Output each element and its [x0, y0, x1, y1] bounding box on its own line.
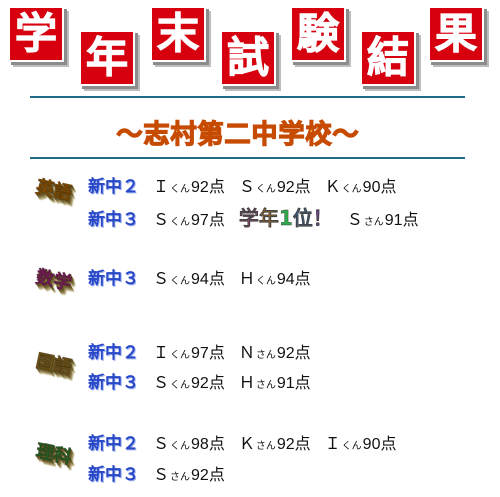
- title-char: 果: [434, 9, 477, 58]
- title-char: 試: [226, 33, 269, 82]
- result-line: 新中２ Ｉくん92点 Ｓくん92点 Ｋくん90点: [88, 172, 410, 197]
- score-entry: Ｉくん90点: [324, 436, 397, 453]
- result-line: 新中３ Ｓくん97点 学年1位！ Ｓさん91点: [88, 202, 433, 230]
- first-place-highlight: 学年1位！: [238, 206, 333, 230]
- title-tile: 学: [8, 6, 64, 62]
- score-entry: Ｎさん92点: [238, 345, 311, 362]
- score-entry: Ｓくん98点: [153, 436, 225, 453]
- top-rule: [30, 96, 465, 98]
- grade-label: 新中３: [88, 465, 139, 485]
- result-line: 新中２ Ｓくん98点 Ｋさん92点 Ｉくん90点: [88, 429, 410, 454]
- title-tile: 末: [150, 6, 206, 62]
- title-char: 験: [296, 9, 339, 58]
- result-line: 新中２ Ｉくん97点 Ｎさん92点: [88, 338, 325, 363]
- score-entry: Ｓくん97点: [153, 212, 225, 229]
- grade-label: 新中２: [88, 434, 139, 454]
- title-tile: 年: [79, 30, 135, 86]
- bottom-rule: [30, 157, 465, 159]
- score-entry: Ｈくん94点: [238, 271, 311, 288]
- result-line: 新中３ Ｓくん92点 Ｈさん91点: [88, 368, 325, 393]
- title-char: 末: [156, 9, 199, 58]
- title-char: 結: [366, 33, 409, 82]
- score-entry: Ｈさん91点: [238, 375, 311, 392]
- grade-label: 新中３: [88, 210, 139, 230]
- score-entry: Ｋさん92点: [238, 436, 311, 453]
- title-tile: 結: [360, 30, 416, 86]
- result-line: 新中３ Ｓさん92点: [88, 460, 239, 485]
- title-char: 学: [14, 9, 57, 58]
- title-tile: 果: [428, 6, 484, 62]
- title-char: 年: [85, 33, 128, 82]
- grade-label: 新中２: [88, 177, 139, 197]
- score-entry: Ｓさん91点: [346, 212, 419, 229]
- school-name: ～志村第二中学校～: [116, 119, 360, 150]
- subject-japanese: 国語: [33, 350, 74, 379]
- subject-science: 理科: [33, 440, 74, 469]
- grade-label: 新中３: [88, 373, 139, 393]
- score-entry: Ｓさん92点: [153, 467, 225, 484]
- subject-english: 英語: [33, 176, 74, 205]
- title-tile: 試: [220, 30, 276, 86]
- grade-label: 新中２: [88, 343, 139, 363]
- subject-math: 数学: [33, 266, 74, 295]
- score-entry: Ｉくん92点: [153, 179, 225, 196]
- score-entry: Ｉくん97点: [153, 345, 225, 362]
- grade-label: 新中３: [88, 269, 139, 289]
- score-entry: Ｓくん94点: [153, 271, 225, 288]
- result-line: 新中３ Ｓくん94点 Ｈくん94点: [88, 264, 325, 289]
- title-tile: 験: [290, 6, 346, 62]
- score-entry: Ｓくん92点: [153, 375, 225, 392]
- score-entry: Ｋくん90点: [324, 179, 397, 196]
- score-entry: Ｓくん92点: [238, 179, 311, 196]
